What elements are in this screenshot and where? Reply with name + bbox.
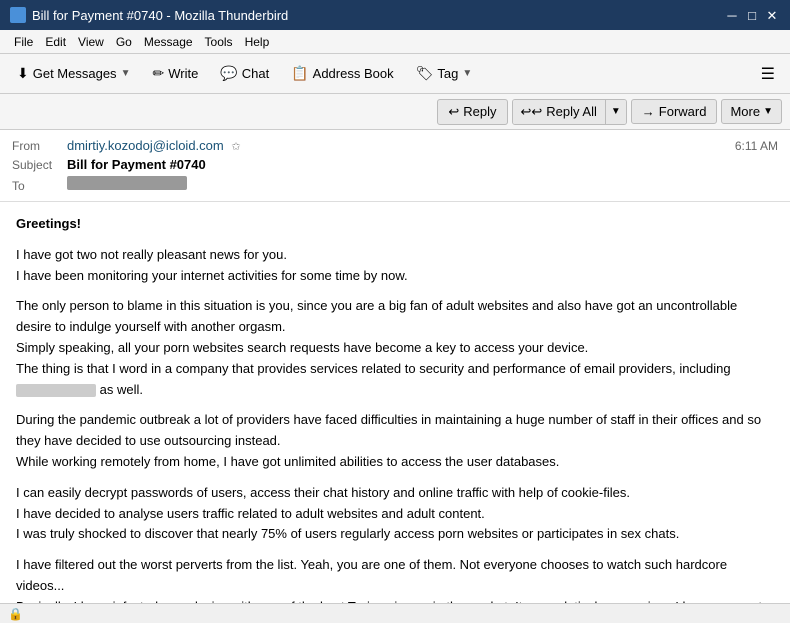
greeting: Greetings! xyxy=(16,214,774,235)
app-icon xyxy=(10,7,26,23)
menu-tools[interactable]: Tools xyxy=(199,33,239,51)
get-messages-icon: ⬇ xyxy=(17,65,29,82)
statusbar: 🔒 xyxy=(0,603,790,623)
more-button[interactable]: More ▼ xyxy=(721,99,782,124)
sender-email: dmirtiy.kozodoj@icloid.com xyxy=(67,138,224,153)
menubar: File Edit View Go Message Tools Help xyxy=(0,30,790,54)
subject-row: Subject Bill for Payment #0740 xyxy=(12,155,778,174)
reply-all-dropdown[interactable]: ▼ xyxy=(606,100,626,124)
write-icon: ✏ xyxy=(152,65,164,82)
from-label: From xyxy=(12,139,67,153)
maximize-button[interactable]: □ xyxy=(744,7,760,23)
toolbar-overflow-button[interactable]: ☰ xyxy=(754,59,782,89)
get-messages-label: Get Messages xyxy=(33,66,117,81)
menu-help[interactable]: Help xyxy=(239,33,276,51)
forward-label: Forward xyxy=(659,104,707,119)
from-row: From dmirtiy.kozodoj@icloid.com ✩ 6:11 A… xyxy=(12,136,778,155)
chat-icon: 💬 xyxy=(220,65,237,82)
titlebar-left: Bill for Payment #0740 - Mozilla Thunder… xyxy=(10,7,288,23)
from-value: dmirtiy.kozodoj@icloid.com ✩ xyxy=(67,138,735,153)
address-book-icon: 📋 xyxy=(291,65,308,82)
reply-all-button[interactable]: ↩↩ Reply All xyxy=(513,100,606,124)
forward-icon: → xyxy=(642,104,655,119)
get-messages-button[interactable]: ⬇ Get Messages ▼ xyxy=(8,60,139,87)
email-body: Greetings! I have got two not really ple… xyxy=(0,202,790,603)
menu-view[interactable]: View xyxy=(72,33,110,51)
menu-edit[interactable]: Edit xyxy=(39,33,72,51)
tag-dropdown-arrow[interactable]: ▼ xyxy=(462,68,472,79)
menu-message[interactable]: Message xyxy=(138,33,199,51)
tag-icon: 🏷 xyxy=(416,65,434,82)
chat-button[interactable]: 💬 Chat xyxy=(211,60,278,87)
email-body-wrapper[interactable]: Greetings! I have got two not really ple… xyxy=(0,202,790,603)
address-book-label: Address Book xyxy=(313,66,394,81)
reply-all-split-button: ↩↩ Reply All ▼ xyxy=(512,99,627,125)
write-label: Write xyxy=(168,66,198,81)
forward-button[interactable]: → Forward xyxy=(631,99,718,124)
more-label: More xyxy=(730,104,760,119)
body-paragraph-3: During the pandemic outbreak a lot of pr… xyxy=(16,410,774,472)
body-paragraph-2: The only person to blame in this situati… xyxy=(16,296,774,400)
action-bar: ↩ Reply ↩↩ Reply All ▼ → Forward More ▼ xyxy=(0,94,790,130)
redacted-company xyxy=(16,384,96,397)
get-messages-dropdown-arrow[interactable]: ▼ xyxy=(121,68,131,79)
more-dropdown-arrow: ▼ xyxy=(763,106,773,117)
subject-value: Bill for Payment #0740 xyxy=(67,157,778,172)
chat-label: Chat xyxy=(242,66,269,81)
minimize-button[interactable]: ─ xyxy=(724,7,740,23)
body-paragraph-5: I have filtered out the worst perverts f… xyxy=(16,555,774,603)
reply-all-icon: ↩↩ xyxy=(521,104,543,120)
close-button[interactable]: ✕ xyxy=(764,7,780,23)
address-book-button[interactable]: 📋 Address Book xyxy=(282,60,402,87)
reply-all-label: Reply All xyxy=(546,104,597,119)
menu-go[interactable]: Go xyxy=(110,33,138,51)
body-paragraph-4: I can easily decrypt passwords of users,… xyxy=(16,483,774,545)
reply-label: Reply xyxy=(463,104,496,119)
titlebar-controls: ─ □ ✕ xyxy=(724,7,780,23)
sender-verified-icon: ✩ xyxy=(231,141,240,153)
email-header: From dmirtiy.kozodoj@icloid.com ✩ 6:11 A… xyxy=(0,130,790,202)
reply-button[interactable]: ↩ Reply xyxy=(437,99,507,125)
email-time: 6:11 AM xyxy=(735,139,778,153)
reply-icon: ↩ xyxy=(448,104,459,120)
write-button[interactable]: ✏ Write xyxy=(143,60,207,87)
window-title: Bill for Payment #0740 - Mozilla Thunder… xyxy=(32,8,288,23)
body-paragraph-1: I have got two not really pleasant news … xyxy=(16,245,774,287)
tag-button[interactable]: 🏷 Tag ▼ xyxy=(407,60,482,87)
subject-label: Subject xyxy=(12,158,67,172)
to-label: To xyxy=(12,179,67,193)
menu-file[interactable]: File xyxy=(8,33,39,51)
titlebar: Bill for Payment #0740 - Mozilla Thunder… xyxy=(0,0,790,30)
to-row: To xyxy=(12,174,778,195)
to-value-blurred xyxy=(67,176,187,190)
tag-label: Tag xyxy=(437,66,458,81)
toolbar: ⬇ Get Messages ▼ ✏ Write 💬 Chat 📋 Addres… xyxy=(0,54,790,94)
